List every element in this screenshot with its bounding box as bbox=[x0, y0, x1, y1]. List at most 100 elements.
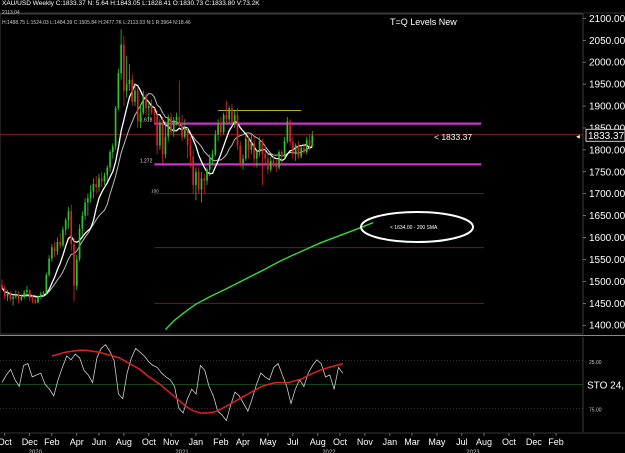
candle-body-96 bbox=[267, 158, 269, 170]
candle-body-39 bbox=[109, 152, 111, 168]
candle-body-56 bbox=[156, 114, 158, 146]
candle-body-62 bbox=[172, 120, 175, 133]
candle-body-80 bbox=[222, 114, 225, 133]
candle-body-49 bbox=[136, 90, 139, 122]
price-plot-frame bbox=[0, 13, 584, 335]
header-subline: 2113.04 bbox=[2, 10, 20, 16]
candle-body-67 bbox=[186, 130, 189, 146]
time-label-13: Aug bbox=[310, 437, 326, 447]
candle-body-4 bbox=[12, 296, 14, 299]
price-tick-label-1: 2050.00 bbox=[589, 36, 625, 47]
price-tick-label-8: 1700.00 bbox=[589, 189, 625, 200]
candle-body-11 bbox=[31, 298, 34, 300]
candle-body-103 bbox=[286, 121, 289, 142]
candle-body-72 bbox=[200, 178, 203, 190]
candle-body-47 bbox=[131, 79, 134, 102]
trading-chart[interactable]: 1.618 1.272 100 < 1634.00 - 200 SMA 2100.00 2… bbox=[0, 0, 625, 453]
candle-body-77 bbox=[214, 134, 217, 155]
candle-body-70 bbox=[195, 171, 197, 185]
price-tick-label-0: 2100.00 bbox=[589, 14, 625, 25]
candle-body-22 bbox=[62, 229, 64, 246]
candle-body-81 bbox=[225, 114, 228, 120]
candle-body-98 bbox=[272, 160, 275, 166]
level-label-fib100: 100 bbox=[151, 189, 159, 194]
candle-body-38 bbox=[106, 167, 109, 176]
candle-body-44 bbox=[123, 44, 125, 91]
candle-body-89 bbox=[247, 138, 250, 150]
candle-body-5 bbox=[15, 294, 17, 297]
candle-body-78 bbox=[217, 123, 219, 135]
candle-body-63 bbox=[175, 117, 178, 121]
level-label-1: 1.272 bbox=[140, 158, 153, 164]
price-tick-label-11: 1550.00 bbox=[589, 255, 625, 266]
candle-body-52 bbox=[145, 95, 147, 109]
time-label-5: Aug bbox=[116, 437, 132, 447]
candle-body-112 bbox=[311, 135, 314, 146]
candle-body-30 bbox=[84, 202, 86, 216]
candle-body-79 bbox=[220, 123, 222, 133]
candle-body-28 bbox=[78, 228, 81, 260]
time-label-18: May bbox=[428, 437, 446, 447]
sma-callout-label: < 1634.00 - 200 SMA bbox=[390, 225, 438, 231]
candle-body-48 bbox=[134, 90, 136, 102]
candle-body-53 bbox=[147, 106, 150, 109]
time-label-3: Apr bbox=[70, 437, 84, 447]
candle-body-100 bbox=[278, 152, 280, 168]
candle-body-18 bbox=[51, 247, 53, 259]
price-tick-label-10: 1600.00 bbox=[589, 233, 625, 244]
stoch-tick-label-0: 25.00 bbox=[589, 360, 602, 366]
time-label-1: Dec bbox=[22, 437, 39, 447]
time-label-21: Oct bbox=[502, 437, 517, 447]
candle-body-3 bbox=[9, 293, 12, 299]
candle-body-102 bbox=[283, 141, 286, 157]
candle-body-65 bbox=[181, 125, 183, 137]
time-label-23: Feb bbox=[548, 437, 564, 447]
price-tick-label-4: 1900.00 bbox=[589, 102, 625, 113]
candle-body-90 bbox=[250, 143, 253, 150]
candle-body-43 bbox=[120, 44, 122, 74]
candle-body-71 bbox=[197, 171, 200, 190]
time-label-14: Oct bbox=[333, 437, 348, 447]
candle-body-97 bbox=[269, 160, 272, 170]
candle-body-37 bbox=[103, 175, 106, 182]
candle-body-50 bbox=[139, 112, 142, 122]
candle-body-46 bbox=[128, 79, 131, 85]
candle-body-101 bbox=[280, 152, 283, 157]
candle-body-15 bbox=[42, 292, 45, 294]
candle-body-14 bbox=[39, 293, 42, 297]
candle-body-12 bbox=[34, 299, 37, 303]
candle-body-31 bbox=[87, 198, 89, 203]
time-label-7: Nov bbox=[163, 437, 180, 447]
candle-body-82 bbox=[228, 108, 230, 120]
time-label-4: Jun bbox=[92, 437, 107, 447]
candle-body-29 bbox=[81, 215, 84, 229]
candle-body-13 bbox=[37, 296, 39, 303]
price-tick-label-3: 1950.00 bbox=[589, 80, 625, 91]
indicator-readout: H:1488.75 L:1524.03 L:1484.39 C:1505.84 … bbox=[2, 20, 191, 26]
candle-body-34 bbox=[95, 184, 98, 188]
candle-body-10 bbox=[28, 290, 31, 299]
candle-body-54 bbox=[150, 106, 153, 113]
candle-body-40 bbox=[111, 146, 114, 153]
candle-body-88 bbox=[244, 138, 247, 159]
symbol-header: XAU/USD Weekly C:1833.37 N: 5.64 H:1843.… bbox=[2, 0, 260, 7]
candle-body-108 bbox=[300, 147, 303, 157]
candle-body-23 bbox=[64, 220, 67, 230]
time-label-10: Apr bbox=[236, 437, 250, 447]
current-price-label: 1833.37 bbox=[588, 131, 625, 142]
candle-body-2 bbox=[6, 293, 9, 297]
chart-title: T=Q Levels New bbox=[390, 17, 457, 27]
stoch-label: STO 24, bbox=[587, 381, 624, 392]
time-label-9: Feb bbox=[213, 437, 229, 447]
candle-body-64 bbox=[178, 117, 181, 126]
price-tick-label-12: 1500.00 bbox=[589, 277, 625, 288]
candle-body-1 bbox=[3, 287, 6, 297]
candle-body-74 bbox=[206, 169, 208, 181]
candle-body-57 bbox=[159, 122, 161, 146]
candle-body-60 bbox=[167, 117, 170, 137]
candle-body-84 bbox=[233, 114, 236, 124]
candle-body-24 bbox=[67, 211, 70, 221]
time-label-12: Jul bbox=[287, 437, 299, 447]
price-tick-label-6: 1800.00 bbox=[589, 145, 625, 156]
candle-body-27 bbox=[75, 259, 78, 286]
